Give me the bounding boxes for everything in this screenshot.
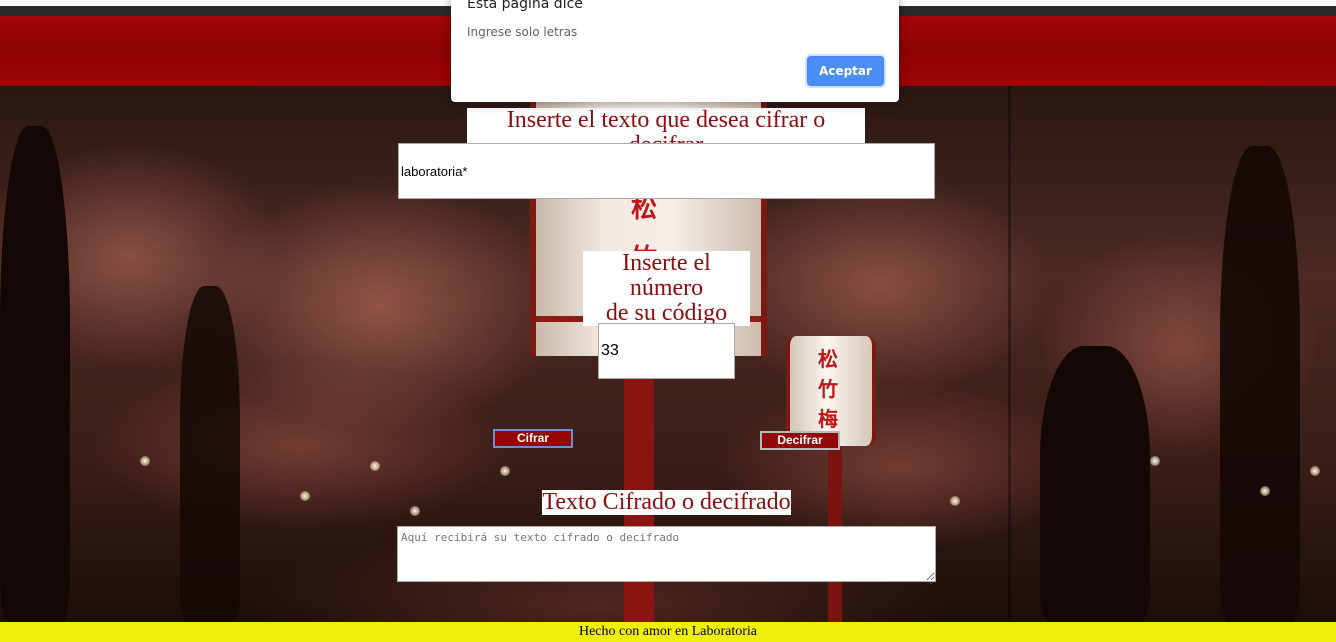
- light-dot: [140, 456, 150, 466]
- light-dot: [370, 461, 380, 471]
- light-dot: [410, 506, 420, 516]
- number-input[interactable]: [598, 323, 735, 379]
- text-input[interactable]: [398, 143, 935, 199]
- tree-trunk: [180, 286, 240, 622]
- cifrar-button[interactable]: Cifrar: [493, 429, 573, 448]
- photo-seam: [1008, 86, 1011, 622]
- footer: Hecho con amor en Laboratoria: [0, 622, 1336, 642]
- light-dot: [300, 491, 310, 501]
- lantern-glyph: 松: [631, 194, 658, 223]
- result-label: Texto Cifrado o decifrado: [542, 489, 791, 515]
- number-input-label: Inserte el número de su código: [583, 251, 750, 326]
- lantern-glyph: 竹: [818, 379, 838, 401]
- number-label-line1: Inserte el número: [622, 250, 711, 301]
- light-dot: [1150, 456, 1160, 466]
- light-dot: [1260, 486, 1270, 496]
- dialog-message: Ingrese solo letras: [467, 25, 578, 39]
- tree-trunk: [1040, 346, 1150, 622]
- lantern-illustration: 松 竹 梅: [786, 336, 876, 446]
- light-dot: [500, 466, 510, 476]
- result-textarea[interactable]: [397, 526, 936, 582]
- light-dot: [950, 496, 960, 506]
- decifrar-button[interactable]: Decifrar: [760, 431, 840, 450]
- alert-dialog: Esta página dice Ingrese solo letras Ace…: [451, 0, 899, 102]
- lantern-glyph: 梅: [818, 409, 838, 431]
- tree-trunk: [0, 126, 70, 622]
- lantern-glyph: 松: [818, 349, 838, 371]
- dialog-title: Esta página dice: [467, 0, 583, 12]
- footer-text: Hecho con amor en Laboratoria: [578, 624, 758, 639]
- dialog-ok-button[interactable]: Aceptar: [807, 56, 884, 86]
- light-dot: [1310, 466, 1320, 476]
- tree-trunk: [1220, 146, 1300, 622]
